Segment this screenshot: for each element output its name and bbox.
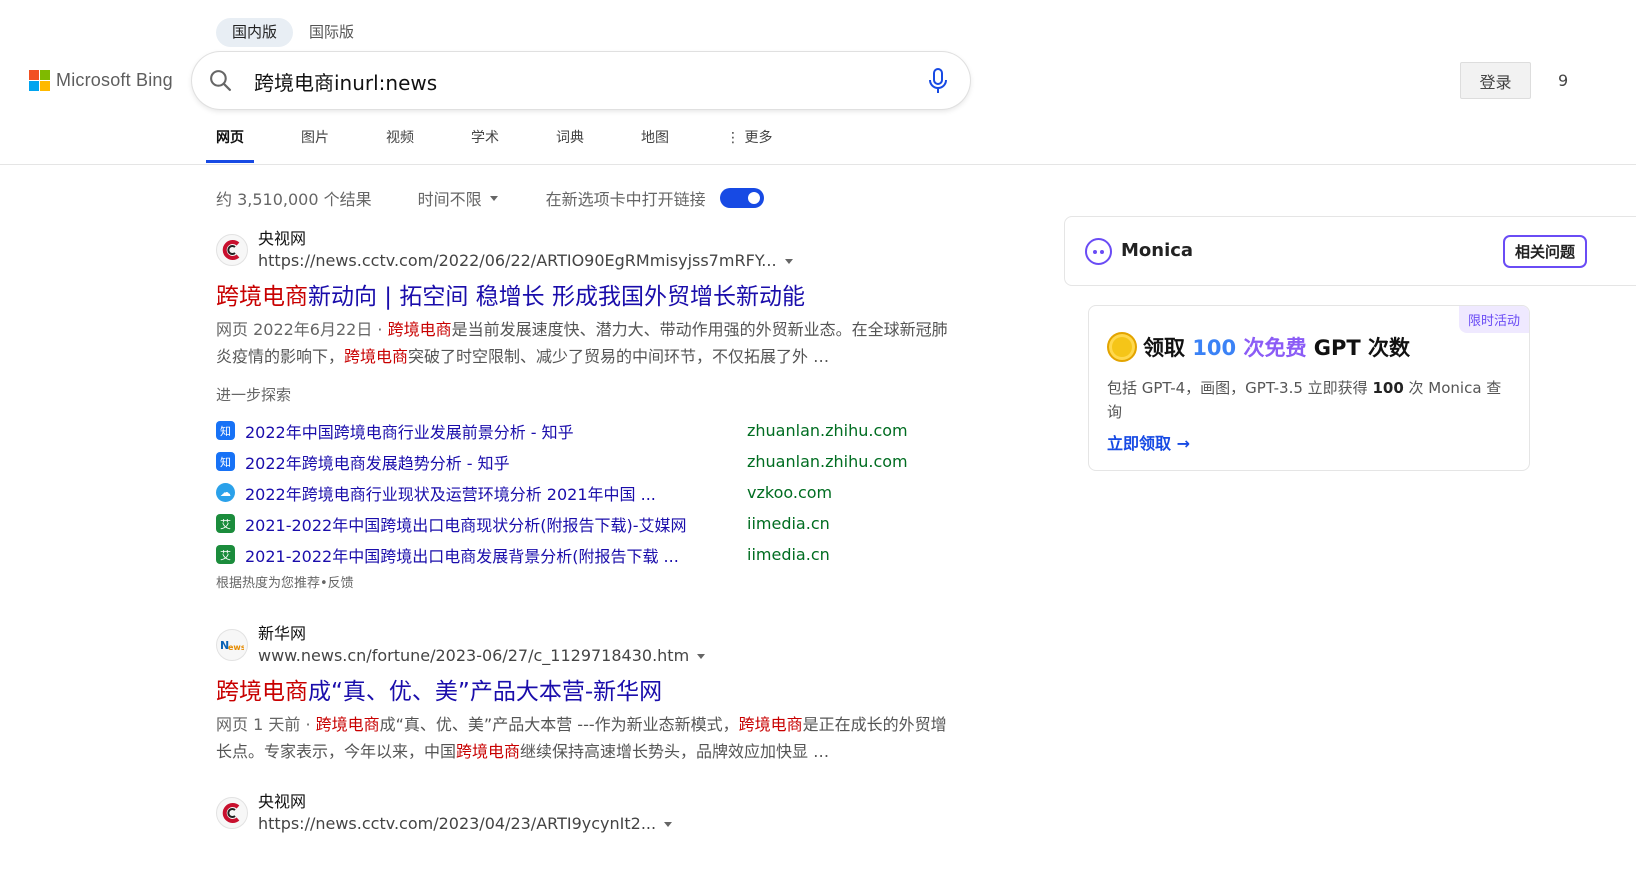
result-url: https://news.cctv.com/2023/04/23/ARTI9yc… (258, 813, 673, 835)
result-snippet: 网页 1 天前 · 跨境电商成“真、优、美”产品大本营 ---作为新业态新模式，… (216, 715, 947, 761)
search-result: 央视网 https://news.cctv.com/2023/04/23/ART… (216, 790, 956, 836)
newtab-label: 在新选项卡中打开链接 (545, 190, 706, 209)
iimedia-icon: 艾 (216, 514, 235, 533)
explore-link[interactable]: 2021-2022年中国跨境出口电商现状分析(附报告下载)-艾媒网 (245, 512, 747, 536)
vzkoo-icon: ☁ (216, 483, 235, 502)
monica-logo-icon (1085, 238, 1112, 265)
explore-link[interactable]: 2022年跨境电商行业现状及运营环境分析 2021年中国 ... (245, 481, 747, 505)
monica-card: Monica 相关问题 (1064, 216, 1636, 286)
filter-bar: 约 3,510,000 个结果 时间不限 在新选项卡中打开链接 (216, 186, 764, 210)
tab-academic[interactable]: 学术 (461, 120, 509, 164)
claim-now-link[interactable]: 立即领取 → (1107, 430, 1190, 454)
caret-down-icon[interactable] (664, 821, 673, 827)
search-icon[interactable] (208, 68, 233, 93)
explore-domain: vzkoo.com (747, 483, 833, 502)
login-button[interactable]: 登录 (1460, 62, 1531, 99)
search-nav: 网页 图片 视频 学术 词典 地图 ⋮ 更多 (206, 120, 819, 164)
explore-domain: iimedia.cn (747, 545, 830, 564)
scope-tab-international[interactable]: 国际版 (293, 18, 370, 47)
cctv-logo-icon (216, 797, 248, 829)
result-source[interactable]: News 新华网 www.news.cn/fortune/2023-06/27/… (216, 622, 956, 668)
search-result: 央视网 https://news.cctv.com/2022/06/22/ART… (216, 227, 956, 370)
result-url: https://news.cctv.com/2022/06/22/ARTIO90… (258, 250, 793, 272)
caret-down-icon[interactable] (697, 653, 706, 659)
search-input[interactable] (254, 66, 894, 96)
result-url: www.news.cn/fortune/2023-06/27/c_1129718… (258, 645, 706, 667)
promo-title: 领取 100 次免费 GPT 次数 (1107, 332, 1410, 362)
tab-maps[interactable]: 地图 (631, 120, 679, 164)
result-title[interactable]: 跨境电商成“真、优、美”产品大本营-新华网 (216, 676, 956, 708)
search-box (192, 52, 970, 109)
scope-tabs: 国内版 国际版 (216, 18, 370, 47)
cctv-logo-icon (216, 234, 248, 266)
explore-heading: 进一步探索 (216, 386, 292, 404)
monica-name: Monica (1121, 240, 1194, 261)
time-filter-label: 时间不限 (417, 190, 482, 209)
promo-description: 包括 GPT-4，画图，GPT-3.5 立即获得 100 次 Monica 查询 (1107, 379, 1502, 421)
rewards-count[interactable]: 9 (1558, 71, 1568, 90)
nav-divider (0, 164, 1636, 165)
explore-domain: iimedia.cn (747, 514, 830, 533)
explore-item[interactable]: 知 2022年中国跨境电商行业发展前景分析 - 知乎 zhuanlan.zhih… (216, 415, 916, 446)
bing-logo[interactable]: Microsoft Bing (29, 70, 173, 91)
microsoft-logo-icon (29, 70, 50, 91)
limited-offer-badge: 限时活动 (1458, 306, 1529, 333)
tab-videos[interactable]: 视频 (376, 120, 424, 164)
result-title[interactable]: 跨境电商新动向 | 拓空间 稳增长 形成我国外贸增长新动能 (216, 281, 956, 313)
explore-list: 知 2022年中国跨境电商行业发展前景分析 - 知乎 zhuanlan.zhih… (216, 415, 916, 570)
result-source[interactable]: 央视网 https://news.cctv.com/2022/06/22/ART… (216, 227, 956, 273)
tab-images[interactable]: 图片 (291, 120, 339, 164)
site-name: 新华网 (258, 624, 307, 643)
time-filter-dropdown[interactable]: 时间不限 (418, 186, 498, 210)
explore-link[interactable]: 2022年跨境电商发展趋势分析 - 知乎 (245, 450, 747, 474)
explore-feedback[interactable]: 根据热度为您推荐•反馈 (216, 572, 354, 591)
caret-down-icon (489, 195, 498, 201)
site-name: 央视网 (258, 792, 307, 811)
explore-link[interactable]: 2022年中国跨境电商行业发展前景分析 - 知乎 (245, 419, 747, 443)
search-result: News 新华网 www.news.cn/fortune/2023-06/27/… (216, 622, 956, 765)
tab-web[interactable]: 网页 (206, 120, 254, 164)
tab-more[interactable]: ⋮ 更多 (716, 120, 782, 164)
explore-domain: zhuanlan.zhihu.com (747, 452, 908, 471)
result-snippet: 网页 2022年6月22日 · 跨境电商是当前发展速度快、潜力大、带动作用强的外… (216, 320, 948, 366)
scope-tab-domestic[interactable]: 国内版 (216, 18, 294, 47)
explore-item[interactable]: 艾 2021-2022年中国跨境出口电商现状分析(附报告下载)-艾媒网 iime… (216, 508, 916, 539)
caret-down-icon[interactable] (784, 258, 793, 264)
zhihu-icon: 知 (216, 452, 235, 471)
svg-text:ews: ews (228, 643, 244, 652)
zhihu-icon: 知 (216, 421, 235, 440)
explore-domain: zhuanlan.zhihu.com (747, 421, 908, 440)
promo-card: 限时活动 领取 100 次免费 GPT 次数 包括 GPT-4，画图，GPT-3… (1088, 305, 1530, 471)
logo-text: Microsoft Bing (56, 70, 173, 90)
explore-item[interactable]: 知 2022年跨境电商发展趋势分析 - 知乎 zhuanlan.zhihu.co… (216, 446, 916, 477)
tab-dictionary[interactable]: 词典 (546, 120, 594, 164)
iimedia-icon: 艾 (216, 545, 235, 564)
explore-item[interactable]: 艾 2021-2022年中国跨境出口电商发展背景分析(附报告下载 ... iim… (216, 539, 916, 570)
coin-icon (1107, 332, 1137, 362)
related-questions-button[interactable]: 相关问题 (1503, 235, 1588, 268)
newtab-toggle[interactable] (719, 188, 764, 208)
result-source[interactable]: 央视网 https://news.cctv.com/2023/04/23/ART… (216, 790, 956, 836)
explore-item[interactable]: ☁ 2022年跨境电商行业现状及运营环境分析 2021年中国 ... vzkoo… (216, 477, 916, 508)
result-count: 约 3,510,000 个结果 (216, 190, 372, 209)
site-name: 央视网 (258, 229, 307, 248)
xinhua-logo-icon: News (216, 629, 248, 661)
microphone-icon[interactable] (926, 67, 950, 95)
explore-link[interactable]: 2021-2022年中国跨境出口电商发展背景分析(附报告下载 ... (245, 543, 747, 567)
